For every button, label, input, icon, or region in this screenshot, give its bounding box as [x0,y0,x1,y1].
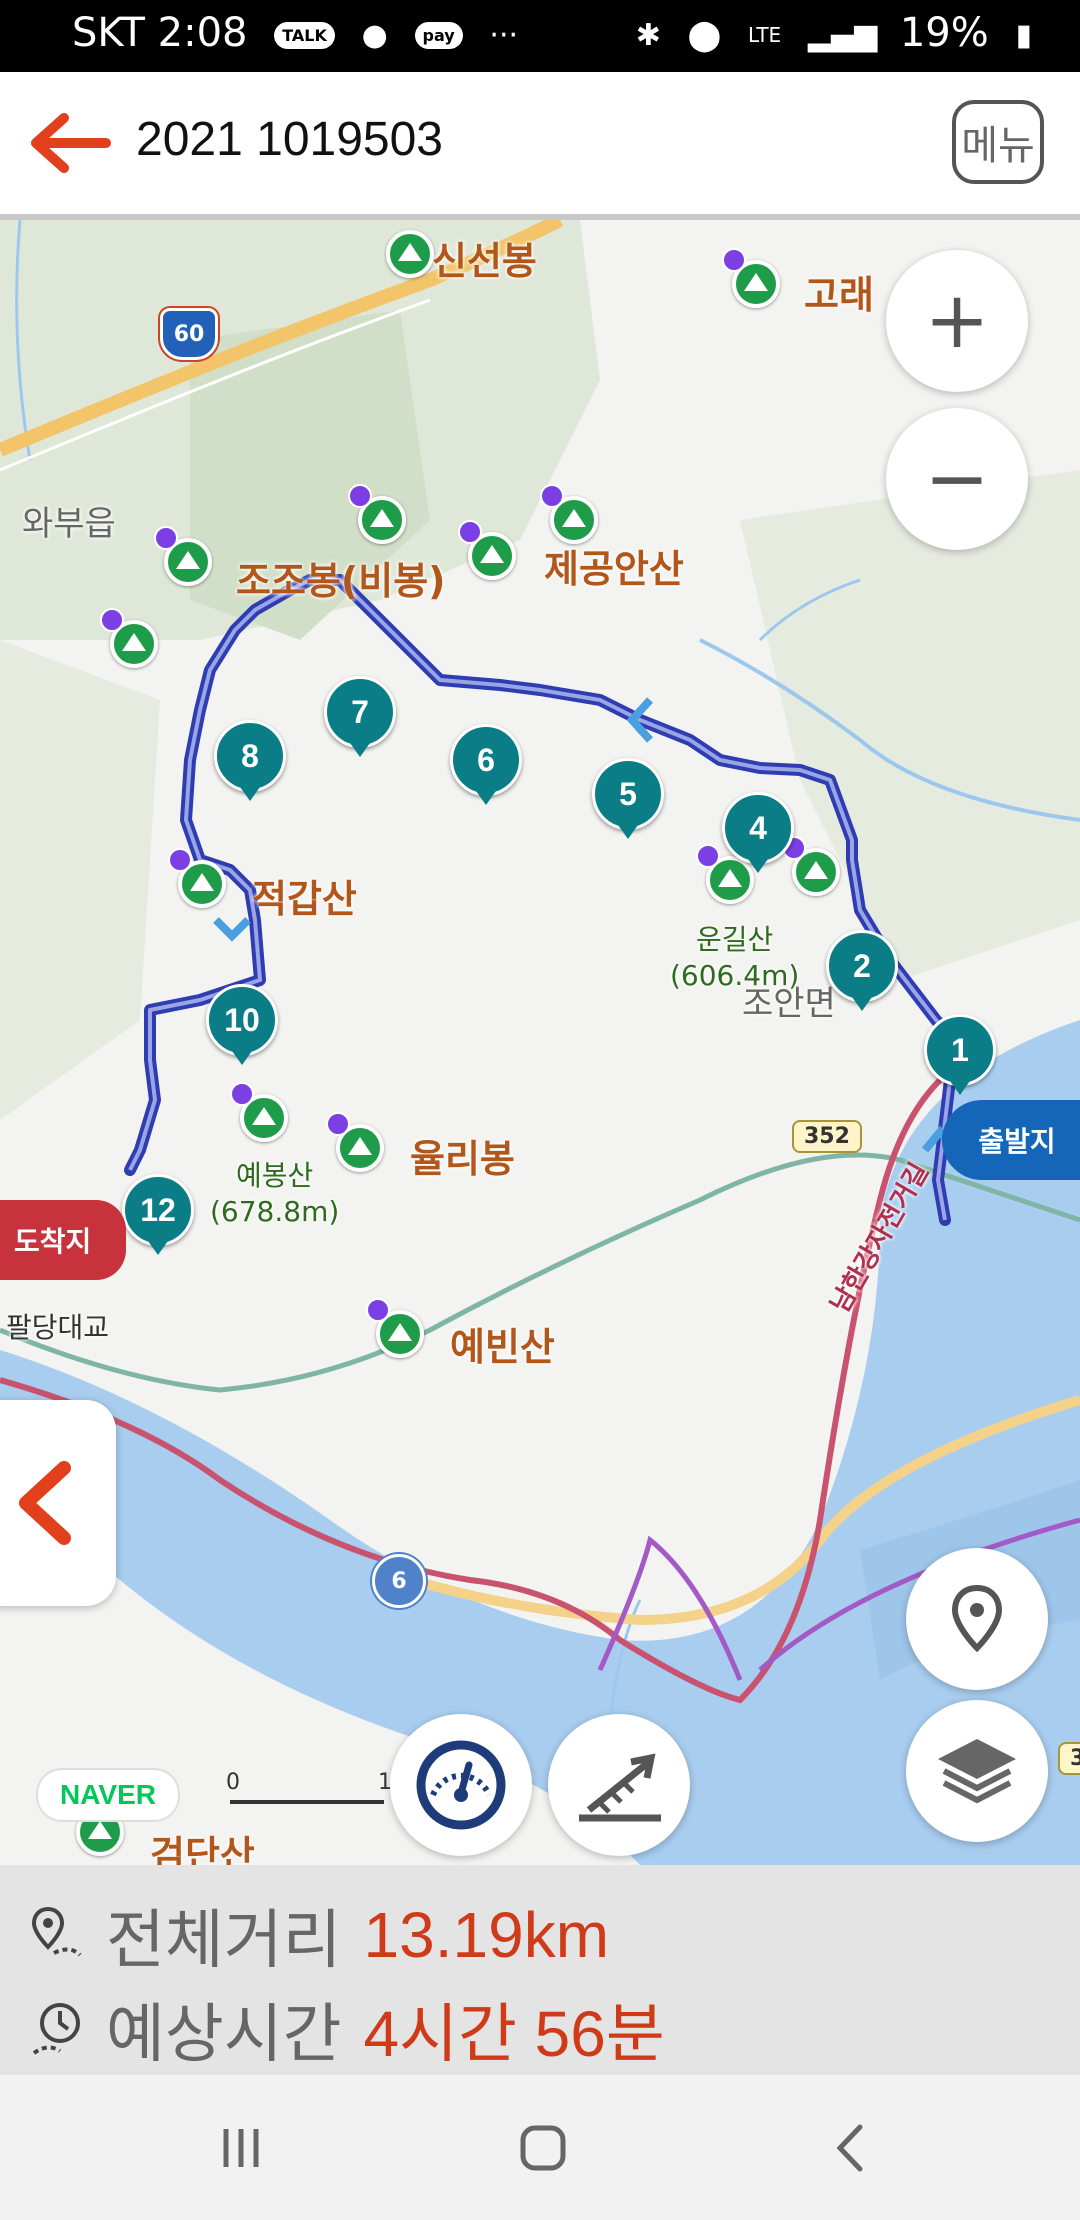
end-flag[interactable]: 도착지 [0,1200,126,1280]
my-location-button[interactable] [906,1548,1048,1690]
speed-setting-button[interactable] [390,1714,532,1856]
route-distance-icon [31,1906,82,1957]
distance-value: 13.19km [363,1899,609,1971]
place-label-joanmyeon: 조안면 [742,984,836,1024]
naver-logo: NAVER [36,1768,180,1822]
carrier-time: SKT 2:08 [72,10,248,56]
more-notifications-icon: ··· [489,17,519,53]
location-pin-icon [951,1584,1003,1653]
bluetooth-icon: ✱ [635,17,661,53]
waypoint-marker[interactable]: 12 [122,1174,194,1255]
place-label-wabueup: 와부읍 [22,504,116,544]
start-flag[interactable]: 출발지 [942,1100,1080,1180]
route-6-sign: 6 [372,1554,426,1608]
place-label-yeobongsan: 예봉산 (678.8m) [210,1158,339,1230]
place-label-jojobong: 조조봉(비봉) [236,559,446,603]
system-nav-bar [0,2075,1080,2220]
waypoint-marker[interactable]: 6 [450,724,522,805]
zoom-out-button[interactable]: − [886,408,1028,550]
mountain-icon[interactable] [348,484,406,544]
distance-row: 전체거리 13.19km [30,1889,609,1981]
scale-end: 1 [378,1770,392,1795]
speedometer-icon [416,1740,506,1830]
lte-indicator: LTE [747,23,782,47]
menu-button[interactable]: 메뉴 [952,100,1044,184]
time-label: 예상시간 [106,1998,342,2072]
mountain-icon[interactable] [458,520,516,580]
road-352-sign: 352 [792,1120,862,1153]
mountain-icon[interactable] [100,608,158,668]
elevation-icon [579,1753,661,1822]
time-value: 4시간 56분 [363,1998,665,2070]
map-scale-bar: 0 1 [226,1770,392,1810]
place-label-sinseonbong: 신선봉 [432,239,537,283]
zoom-in-button[interactable]: + [886,250,1028,392]
chat-bubble-icon: ● [361,17,388,53]
location-icon: ⬤ [687,17,722,53]
place-label-jegongansan: 제공안산 [544,547,684,591]
mountain-icon[interactable] [540,484,598,544]
recent-apps-icon[interactable] [216,2123,266,2173]
signal-icon: ▂▄▆ [807,17,878,53]
kakaotalk-icon: TALK [274,21,335,49]
place-label-gorae: 고래 [804,273,874,317]
yeobongsan-name: 예봉산 [236,1159,314,1192]
status-right: ✱ ⬤ LTE ▂▄▆ 19% ▮ [622,10,1032,56]
side-panel-toggle[interactable] [0,1400,116,1606]
waypoint-marker[interactable]: 10 [206,984,278,1065]
place-label-geomdansan: 검단산 [150,1833,255,1865]
map-view[interactable]: 60 352 6 3 신선봉 고래 와부읍 조조봉(비봉) 제공안산 적갑산 운… [0,220,1080,1865]
place-label-jeokgapsan: 적갑산 [252,877,357,921]
waypoint-marker[interactable]: 1 [924,1014,996,1095]
place-label-yullibong: 율리봉 [410,1137,515,1181]
mountain-icon[interactable] [154,526,212,586]
ungilsan-name: 운길산 [696,923,774,956]
map-layers-button[interactable] [906,1700,1048,1842]
waypoint-marker[interactable]: 2 [826,930,898,1011]
waypoint-marker[interactable]: 5 [592,758,664,839]
waypoint-marker[interactable]: 8 [214,720,286,801]
status-left: SKT 2:08 TALK ● pay ··· [72,10,518,56]
waypoint-marker[interactable]: 7 [324,676,396,757]
top-app-bar: 2021 1019503 메뉴 [0,72,1080,220]
mountain-icon[interactable] [696,844,754,904]
route-summary-panel: 전체거리 13.19km 예상시간 4시간 56분 [0,1865,1080,2075]
mountain-icon[interactable] [366,1298,424,1358]
status-bar: SKT 2:08 TALK ● pay ··· ✱ ⬤ LTE ▂▄▆ 19% … [0,0,1080,72]
place-label-yebinsan: 예빈산 [450,1325,555,1369]
back-arrow-icon[interactable] [24,108,114,178]
back-icon[interactable] [826,2123,876,2173]
mountain-icon[interactable] [386,230,434,278]
home-icon[interactable] [518,2123,568,2173]
place-label-paldangdaegyo: 팔당대교 [6,1311,110,1344]
distance-label: 전체거리 [106,1904,342,1978]
mountain-icon[interactable] [168,848,226,908]
mountain-icon[interactable] [722,248,780,308]
battery-percent: 19% [899,10,989,56]
chevron-left-icon [19,1461,71,1545]
plus-icon: + [924,276,990,366]
mountain-icon[interactable] [230,1082,288,1142]
yeobongsan-elevation: (678.8m) [210,1195,340,1228]
page-title: 2021 1019503 [136,113,443,166]
mountain-icon[interactable] [326,1112,384,1172]
battery-icon: ▮ [1015,17,1032,53]
estimated-time-icon [32,2003,80,2055]
elevation-profile-button[interactable] [548,1714,690,1856]
waypoint-marker[interactable]: 4 [722,792,794,873]
layers-icon [938,1739,1016,1804]
pay-icon: pay [414,21,463,49]
mountain-icon[interactable] [782,836,840,896]
scale-line [230,1800,384,1804]
highway-60-sign: 60 [160,308,218,360]
time-row: 예상시간 4시간 56분 [30,1983,665,2075]
minus-icon: − [924,434,990,524]
route-3-sign: 3 [1058,1742,1080,1775]
scale-start: 0 [226,1770,240,1795]
